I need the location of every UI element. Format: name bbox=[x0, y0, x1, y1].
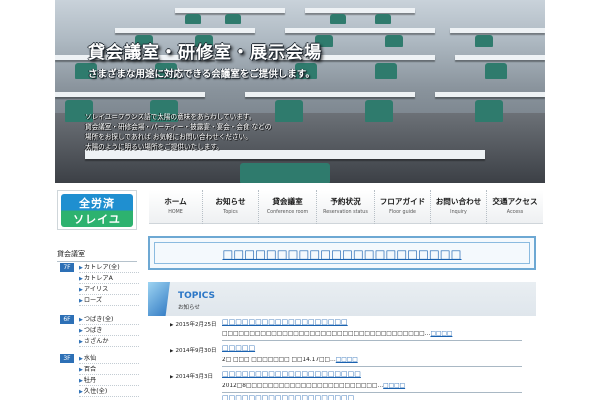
sidebar-item[interactable]: ▶アイリス bbox=[79, 284, 139, 295]
nav-sublabel: Topics bbox=[223, 210, 238, 215]
nav-reservation-status[interactable]: 予約状況 Reservation status bbox=[317, 190, 375, 224]
arrow-icon: ▶ bbox=[79, 265, 83, 271]
topics-title: TOPICS bbox=[178, 291, 215, 301]
topic-body-text: □□□□□□□□□□□□□□□□□□□□□□□□□□□□□□□□□□□□□… bbox=[222, 331, 431, 337]
floor-badge: 7F bbox=[60, 263, 74, 272]
topic-body: 2012□8□□□□□□□□□□□□□□□□□□□□□□□□…□□□□ bbox=[222, 383, 522, 393]
arrow-icon: ▶ bbox=[79, 378, 83, 384]
nav-sublabel: HOME bbox=[168, 210, 183, 215]
topic-title-link[interactable]: □□□□□□□□□□□□□□□□□□□□ bbox=[222, 394, 354, 400]
sidebar-item[interactable]: ▶さざんか bbox=[79, 336, 139, 347]
sidebar-item-label: 水仙 bbox=[83, 355, 97, 362]
nav-conference-room[interactable]: 貸会議室 Conference room bbox=[259, 190, 317, 224]
topic-date-text: 2014年3月3日 bbox=[175, 374, 213, 380]
sidebar-item[interactable]: ▶水仙 bbox=[79, 353, 139, 364]
nav-inquiry[interactable]: お問い合わせ Inquiry bbox=[431, 190, 487, 224]
topic-more-link[interactable]: □□□□ bbox=[336, 357, 358, 363]
topic-body: 2□ □□□ □□□□□□□ □□14.17□□…□□□□ bbox=[222, 357, 522, 367]
sidebar-item-label: ローズ bbox=[83, 297, 103, 304]
arrow-icon: ▶ bbox=[79, 389, 83, 395]
topic-date-text: 2014年9月30日 bbox=[175, 348, 217, 354]
sidebar-heading: 貸会議室 bbox=[57, 249, 137, 262]
nav-sublabel: Conference room bbox=[266, 210, 309, 215]
sidebar-item[interactable]: ▶ローズ bbox=[79, 295, 139, 306]
nav-sublabel: Inquiry bbox=[450, 210, 467, 215]
sidebar-item-label: 久住(全) bbox=[83, 388, 108, 395]
nav-sublabel: Floor guide bbox=[389, 210, 416, 215]
topic-date: ▶ 2014年3月3日 bbox=[170, 372, 213, 380]
nav-access[interactable]: 交通アクセス Access bbox=[487, 190, 543, 224]
sidebar-item[interactable]: ▶つばき bbox=[79, 325, 139, 336]
floor-badge: 3F bbox=[60, 354, 74, 363]
topic-more-link[interactable]: □□□□ bbox=[430, 331, 452, 337]
site-logo[interactable]: 全労済 ソレイユ bbox=[57, 190, 137, 230]
floor-badge: 6F bbox=[60, 315, 74, 324]
hero-desc-line: 貸会議室・研修会場・パーティー・披露宴・宴会・会食 などの bbox=[85, 123, 272, 131]
sidebar: 全労済 ソレイユ 貸会議室 7F ▶カトレア(全) ▶カトレアA ▶アイリス ▶… bbox=[55, 188, 139, 400]
main-nav: ホーム HOME お知らせ Topics 貸会議室 Conference roo… bbox=[149, 190, 543, 224]
logo-line1: 全労済 bbox=[79, 197, 115, 210]
sidebar-item[interactable]: ▶つばき(全) bbox=[79, 314, 139, 325]
topic-body-text: 2012□8□□□□□□□□□□□□□□□□□□□□□□□□… bbox=[222, 383, 384, 389]
hero-desc-line: ソレイユ＝フランス語で太陽の意味をあらわしています。 bbox=[85, 113, 256, 121]
hero-desc-line: 太陽のように明るい場所をご提供いたします。 bbox=[85, 143, 223, 151]
nav-label: 交通アクセス bbox=[492, 197, 538, 206]
topic-date-text: 2015年2月25日 bbox=[175, 322, 217, 328]
arrow-icon: ▶ bbox=[79, 276, 83, 282]
arrow-icon: ▶ bbox=[79, 367, 83, 373]
arrow-icon: ▶ bbox=[79, 298, 83, 304]
nav-label: お知らせ bbox=[215, 197, 246, 206]
sidebar-item-label: 百合 bbox=[83, 366, 97, 373]
topic-title-link[interactable]: □□□□□□□□□□□□□□□□□□□ bbox=[222, 318, 348, 326]
nav-home[interactable]: ホーム HOME bbox=[149, 190, 203, 224]
topic-date: ▶ 2015年2月25日 bbox=[170, 320, 216, 328]
nav-topics[interactable]: お知らせ Topics bbox=[203, 190, 259, 224]
sidebar-item-label: カトレアA bbox=[83, 275, 113, 282]
topic-title-link[interactable]: □□□□□ bbox=[222, 344, 255, 352]
nav-label: 予約状況 bbox=[330, 197, 361, 206]
topic-more-link[interactable]: □□□□ bbox=[383, 383, 405, 389]
hero-subtitle: さまざまな用途に対応できる会議室をご提供します。 bbox=[88, 69, 315, 80]
sidebar-item-label: カトレア(全) bbox=[83, 264, 120, 271]
arrow-icon: ▶ bbox=[79, 328, 83, 334]
arrow-icon: ▶ bbox=[170, 323, 174, 328]
sidebar-item[interactable]: ▶牡丹 bbox=[79, 375, 139, 386]
sidebar-item[interactable]: ▶百合 bbox=[79, 364, 139, 375]
sidebar-item-label: 牡丹 bbox=[83, 377, 97, 384]
topics-subtitle: お知らせ bbox=[178, 305, 200, 311]
topic-body: □□□□□□□□□□□□□□□□□□□□□□□□□□□□□□□□□□□□□…□□… bbox=[222, 331, 522, 341]
arrow-icon: ▶ bbox=[170, 375, 174, 380]
nav-sublabel: Reservation status bbox=[323, 210, 368, 215]
topic-date: ▶ 2014年9月30日 bbox=[170, 346, 216, 354]
hero-title: 貸会議室・研修室・展示会場 bbox=[88, 43, 322, 63]
arrow-icon: ▶ bbox=[170, 349, 174, 354]
hero-banner: 貸会議室・研修室・展示会場 さまざまな用途に対応できる会議室をご提供します。 ソ… bbox=[55, 0, 545, 183]
arrow-icon: ▶ bbox=[79, 356, 83, 362]
sidebar-item-label: つばき(全) bbox=[83, 316, 114, 323]
nav-label: フロアガイド bbox=[379, 197, 426, 206]
hero-description: ソレイユ＝フランス語で太陽の意味をあらわしています。 貸会議室・研修会場・パーテ… bbox=[85, 112, 335, 152]
nav-label: 貸会議室 bbox=[272, 197, 303, 206]
nav-sublabel: Access bbox=[506, 210, 524, 215]
sidebar-item-label: さざんか bbox=[83, 338, 109, 345]
topic-body-text: 2□ □□□ □□□□□□□ □□14.17□□… bbox=[222, 357, 336, 363]
hero-desc-line: 場所をお探しであれば お気軽にお問い合わせください。 bbox=[85, 133, 252, 141]
nav-label: お問い合わせ bbox=[435, 197, 482, 206]
topic-title-link[interactable]: □□□□□□□□□□□□□□□□□□□□□ bbox=[222, 370, 361, 378]
sidebar-item-label: アイリス bbox=[83, 286, 109, 293]
sidebar-item[interactable]: ▶カトレア(全) bbox=[79, 262, 139, 273]
topics-header: TOPICS お知らせ bbox=[148, 282, 536, 316]
nav-label: ホーム bbox=[164, 197, 187, 206]
notice-banner-link[interactable]: □□□□□□□□□□□□□□□□□□□□□□ bbox=[154, 242, 530, 264]
nav-floor-guide[interactable]: フロアガイド Floor guide bbox=[375, 190, 431, 224]
notice-banner: □□□□□□□□□□□□□□□□□□□□□□ bbox=[148, 236, 536, 270]
sidebar-item-label: つばき bbox=[83, 327, 103, 334]
sidebar-item[interactable]: ▶カトレアA bbox=[79, 273, 139, 284]
sidebar-item[interactable]: ▶久住(全) bbox=[79, 386, 139, 397]
arrow-icon: ▶ bbox=[79, 287, 83, 293]
topics-stripe-icon bbox=[148, 282, 170, 316]
arrow-icon: ▶ bbox=[79, 317, 83, 323]
arrow-icon: ▶ bbox=[79, 339, 83, 345]
logo-line2: ソレイユ bbox=[73, 213, 121, 226]
